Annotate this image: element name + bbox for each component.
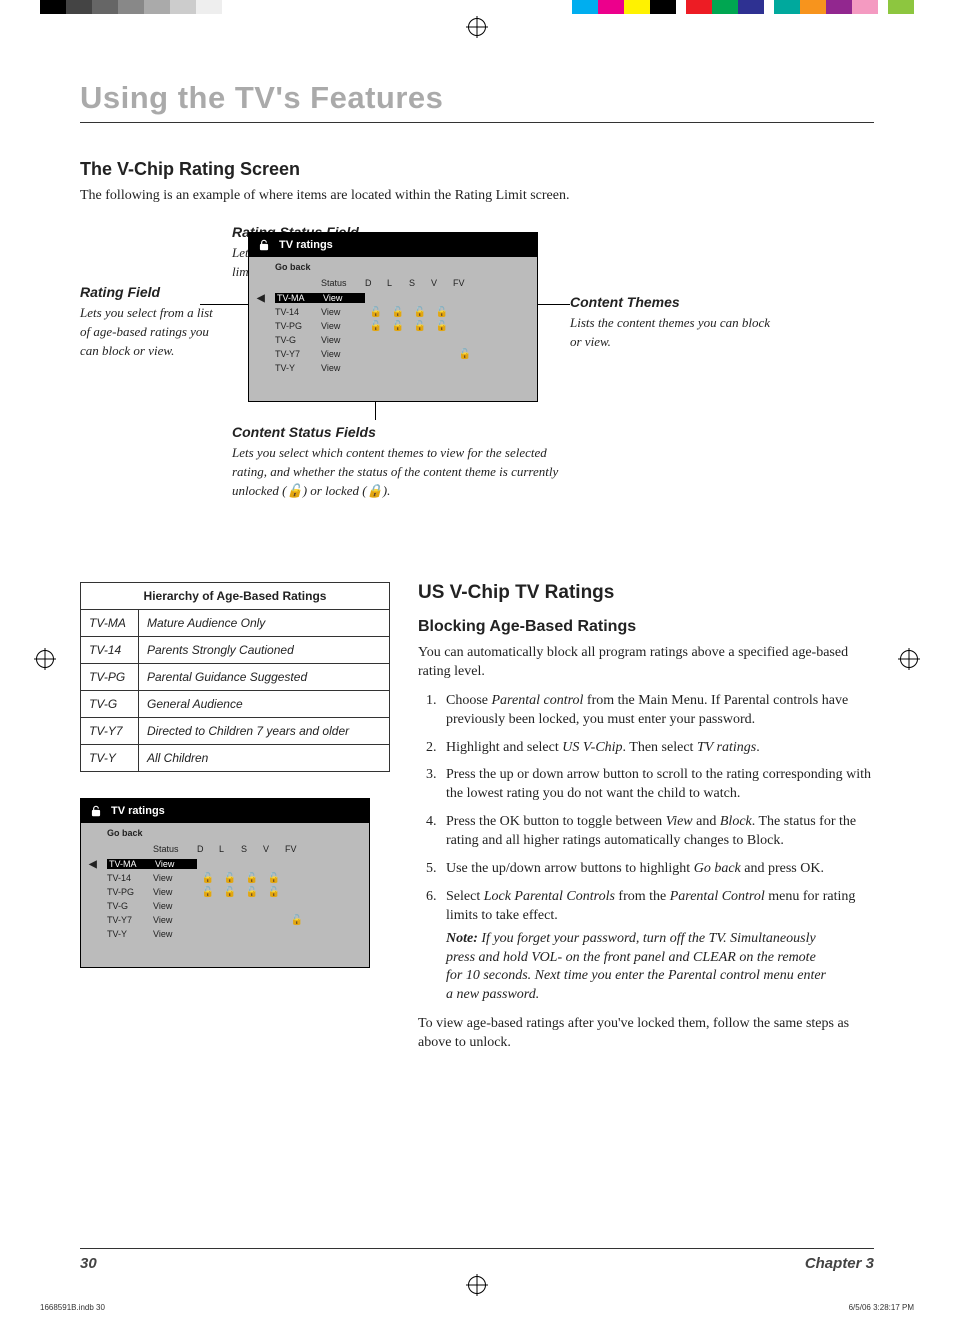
hierarchy-row: TV-YAll Children xyxy=(81,745,390,772)
tv-rating-row: ◀TV-MAView xyxy=(81,857,369,871)
print-datetime: 6/5/06 3:28:17 PM xyxy=(849,1303,914,1312)
page-title: Using the TV's Features xyxy=(80,80,874,123)
tv-title: TV ratings xyxy=(111,805,165,817)
tv-rating-row: TV-14View🔓🔓🔓🔓 xyxy=(249,305,537,319)
subsection-blocking-title: Blocking Age-Based Ratings xyxy=(418,618,874,636)
steps-list: Choose Parental control from the Main Me… xyxy=(418,692,874,1005)
hierarchy-table-title: Hierarchy of Age-Based Ratings xyxy=(81,583,390,610)
lock-icon: 🔒 xyxy=(367,483,383,498)
unlock-icon: 🔓 xyxy=(387,321,409,332)
tv-rating-row: TV-PGView🔓🔓🔓🔓 xyxy=(81,885,369,899)
tv-title: TV ratings xyxy=(279,239,333,251)
page-number: 30 xyxy=(80,1255,97,1272)
unlock-icon: 🔓 xyxy=(285,915,309,926)
tv-rating-row: TV-PGView🔓🔓🔓🔓 xyxy=(249,319,537,333)
unlock-icon: 🔓 xyxy=(263,887,285,898)
tv-rating-row: TV-YView xyxy=(81,927,369,941)
unlock-icon: 🔓 xyxy=(197,887,219,898)
unlock-icon: 🔓 xyxy=(431,307,453,318)
unlock-icon: 🔓 xyxy=(197,873,219,884)
leader-line xyxy=(538,304,570,305)
tv-rating-row: TV-GView xyxy=(81,899,369,913)
unlock-icon: 🔓 xyxy=(287,483,303,498)
unlock-icon: 🔓 xyxy=(431,321,453,332)
step-item: Use the up/down arrow buttons to highlig… xyxy=(440,860,874,879)
unlock-icon: 🔓 xyxy=(241,887,263,898)
section-us-vchip-title: US V-Chip TV Ratings xyxy=(418,582,874,604)
unlock-icon: 🔓 xyxy=(219,887,241,898)
callout-content-status-fields: Content Status Fields Lets you select wh… xyxy=(232,422,562,501)
hierarchy-row: TV-14Parents Strongly Cautioned xyxy=(81,637,390,664)
registration-mark-bottom xyxy=(468,1276,486,1294)
registration-mark-right xyxy=(900,650,918,668)
page-footer: 30 Chapter 3 xyxy=(80,1248,874,1272)
callout-content-themes: Content Themes Lists the content themes … xyxy=(570,292,770,352)
unlock-icon: 🔓 xyxy=(263,873,285,884)
hierarchy-row: TV-GGeneral Audience xyxy=(81,691,390,718)
hierarchy-row: TV-PGParental Guidance Suggested xyxy=(81,664,390,691)
unlock-icon: 🔓 xyxy=(453,349,477,360)
unlock-icon: 🔓 xyxy=(365,321,387,332)
step-item: Press the OK button to toggle between Vi… xyxy=(440,813,874,851)
print-color-bar xyxy=(0,0,954,14)
hierarchy-row: TV-Y7Directed to Children 7 years and ol… xyxy=(81,718,390,745)
vchip-diagram: Rating Status Field Lets you select whet… xyxy=(80,222,874,562)
step-item: Choose Parental control from the Main Me… xyxy=(440,692,874,730)
unlock-icon: 🔓 xyxy=(365,307,387,318)
tv-rating-row: TV-Y7View🔓 xyxy=(249,347,537,361)
unlock-icon: 🔓 xyxy=(219,873,241,884)
registration-mark-left xyxy=(36,650,54,668)
tv-rating-row: TV-YView xyxy=(249,361,537,375)
chapter-label: Chapter 3 xyxy=(805,1255,874,1272)
tv-ratings-screen-example: TV ratings Go backStatusDLSVFV◀TV-MAView… xyxy=(80,798,370,968)
step-item: Select Lock Parental Controls from the P… xyxy=(440,888,874,1005)
print-file: 1668591B.indb 30 xyxy=(40,1303,105,1312)
callout-rating-field: Rating Field Lets you select from a list… xyxy=(80,282,220,361)
hierarchy-table: Hierarchy of Age-Based Ratings TV-MAMatu… xyxy=(80,582,390,772)
hierarchy-row: TV-MAMature Audience Only xyxy=(81,610,390,637)
tv-rating-row: ◀TV-MAView xyxy=(249,291,537,305)
unlock-icon: 🔓 xyxy=(241,873,263,884)
blocking-intro: You can automatically block all program … xyxy=(418,644,874,682)
tv-rating-row: TV-GView xyxy=(249,333,537,347)
unlock-icon: 🔓 xyxy=(409,321,431,332)
registration-mark-top xyxy=(468,18,486,36)
unlock-icon: 🔓 xyxy=(387,307,409,318)
password-note: Note: If you forget your password, turn … xyxy=(446,930,874,1006)
closing-text: To view age-based ratings after you've l… xyxy=(418,1015,874,1053)
step-item: Press the up or down arrow button to scr… xyxy=(440,766,874,804)
section-vchip-title: The V-Chip Rating Screen xyxy=(80,159,874,180)
leader-line xyxy=(200,304,250,305)
lock-icon xyxy=(89,804,103,818)
tv-rating-row: TV-14View🔓🔓🔓🔓 xyxy=(81,871,369,885)
print-metadata: 1668591B.indb 30 6/5/06 3:28:17 PM xyxy=(40,1303,914,1312)
section-vchip-intro: The following is an example of where ite… xyxy=(80,188,874,204)
unlock-icon: 🔓 xyxy=(409,307,431,318)
step-item: Highlight and select US V-Chip. Then sel… xyxy=(440,739,874,758)
tv-rating-row: TV-Y7View🔓 xyxy=(81,913,369,927)
tv-ratings-screen: TV ratings Go backStatusDLSVFV◀TV-MAView… xyxy=(248,232,538,402)
lock-icon xyxy=(257,238,271,252)
